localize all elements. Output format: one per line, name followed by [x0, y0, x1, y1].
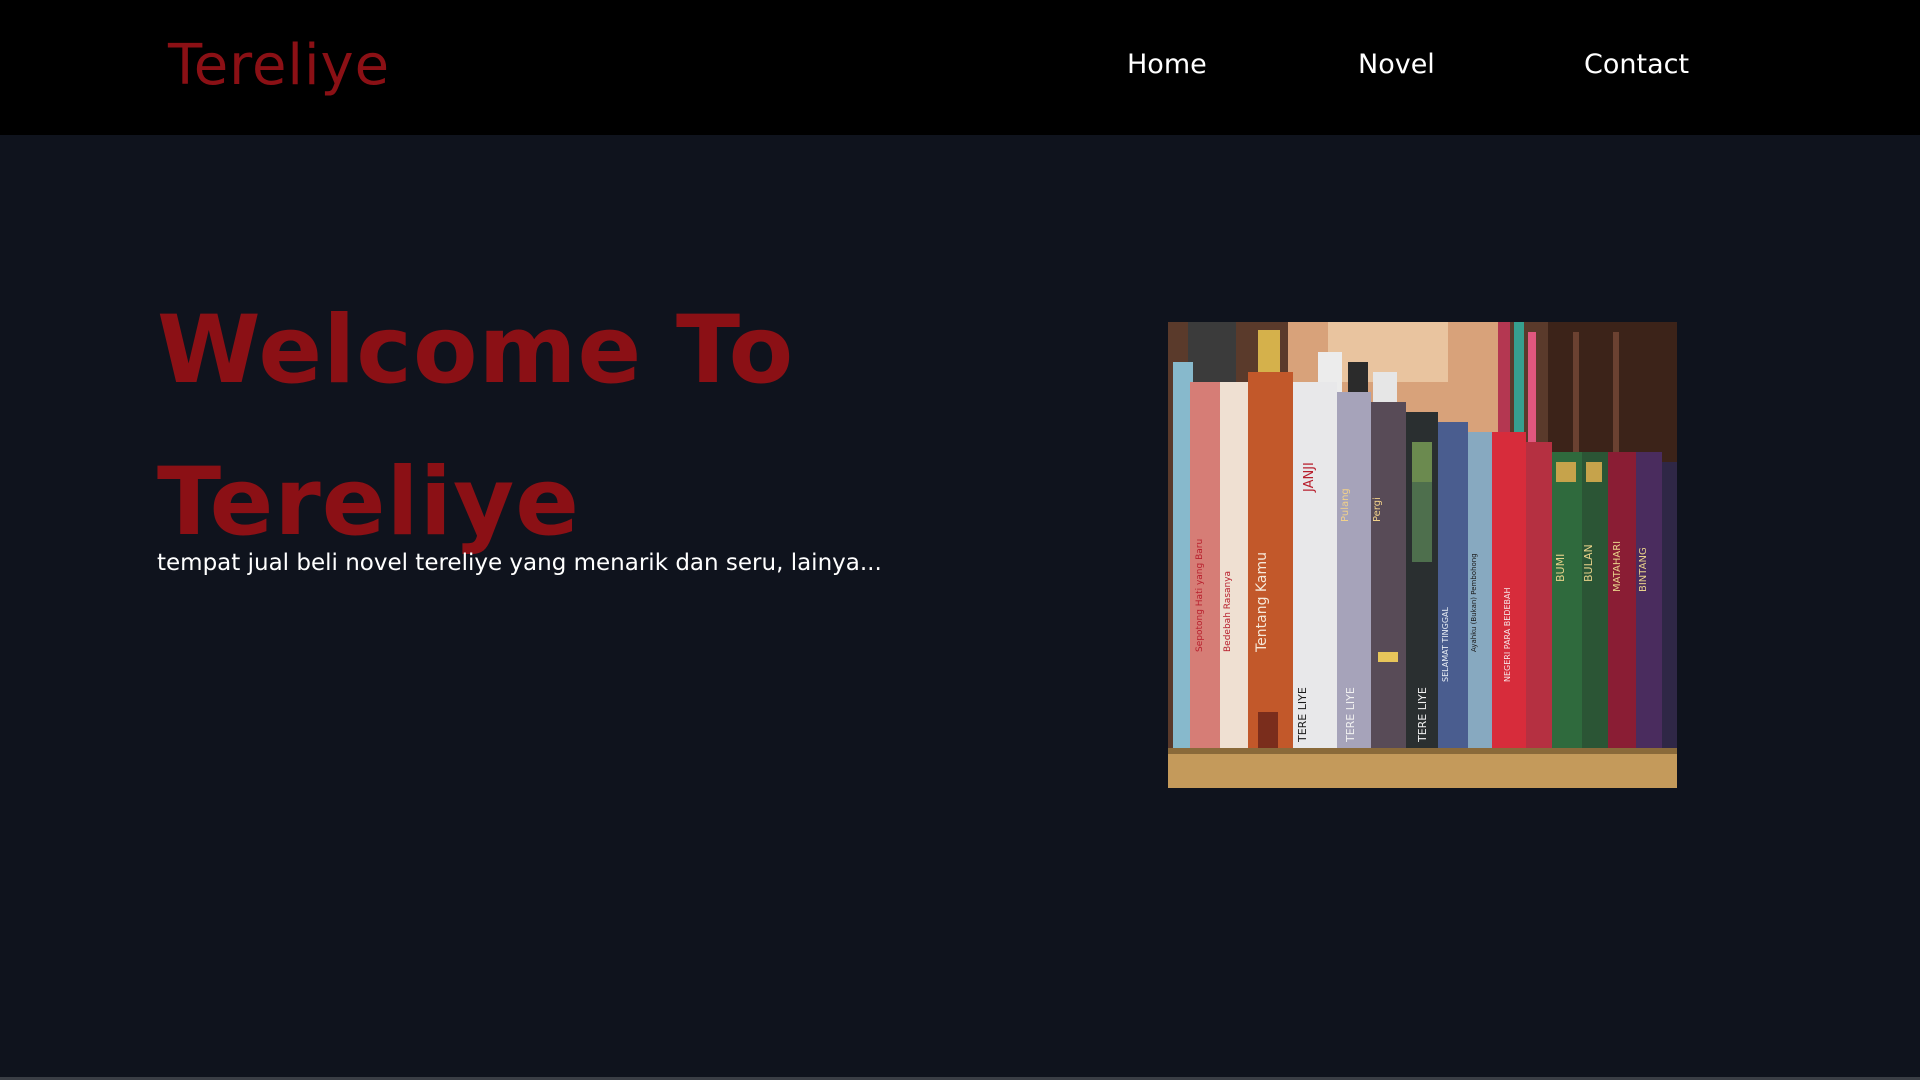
- brand-logo[interactable]: Tereliye: [168, 30, 390, 102]
- nav-contact-link[interactable]: Contact: [1584, 48, 1689, 82]
- spine-text-4: JANJI: [1302, 462, 1317, 493]
- spine-text-10: NEGERI PARA BEDEBAH: [1503, 587, 1512, 682]
- spine-text-12: Sepotong Hati yang Baru: [1195, 539, 1205, 652]
- spine-text-3: Tentang Kamu: [1254, 552, 1270, 653]
- spine-text-1: TERE LIYE: [1344, 687, 1357, 743]
- spine-text-8: BINTANG: [1638, 547, 1649, 592]
- spine-text-5: BUMI: [1554, 554, 1567, 582]
- spine-text-11: Bedebah Rasanya: [1223, 571, 1233, 652]
- spine-text-7: MATAHARI: [1612, 541, 1623, 592]
- nav-novel-link[interactable]: Novel: [1358, 48, 1435, 82]
- spine-text-2: TERE LIYE: [1416, 687, 1429, 743]
- spine-text-0: TERE LIYE: [1296, 687, 1309, 743]
- spine-text-9: SELAMAT TINGGAL: [1441, 606, 1450, 682]
- bookshelf-image: TERE LIYE TERE LIYE TERE LIYE Tentang Ka…: [1168, 322, 1677, 788]
- spine-text-15: Pergi: [1372, 497, 1383, 522]
- nav-home-link[interactable]: Home: [1127, 48, 1207, 82]
- site-header: Tereliye Home Novel Contact: [0, 0, 1920, 135]
- spine-text-14: Pulang: [1340, 488, 1351, 522]
- spine-text-13: Ayahku (Bukan) Pembohong: [1470, 553, 1478, 652]
- hero-title: Welcome To Tereliye: [157, 296, 795, 557]
- spine-text-6: BULAN: [1582, 544, 1595, 582]
- hero-subtitle: tempat jual beli novel tereliye yang men…: [157, 550, 882, 576]
